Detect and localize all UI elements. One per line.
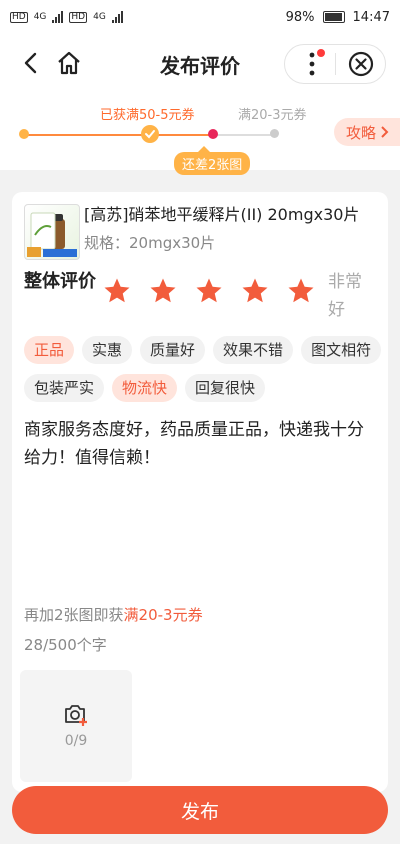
nav-header: 发布评价 (0, 34, 400, 92)
progress-check-icon (141, 125, 159, 143)
star-icon[interactable] (286, 276, 316, 306)
tag-chip[interactable]: 物流快 (112, 374, 178, 402)
photo-upload-button[interactable]: 0/9 (20, 670, 132, 782)
strategy-label: 攻略 (345, 123, 376, 142)
battery-icon (322, 11, 345, 23)
close-circle-icon (348, 51, 373, 77)
achieved-coupon-label: 已获满50-5元券 (100, 108, 195, 123)
next-coupon-label: 满20-3元券 (238, 108, 307, 123)
signal-group: HD 4G HD 4G (10, 11, 123, 23)
camera-add-icon (65, 705, 87, 726)
photo-reward-hint: 再加2张图即获满20-3元券 (24, 604, 203, 625)
review-text-input[interactable]: 商家服务态度好，药品质量正品，快递我十分给力！值得信赖！ (24, 416, 380, 472)
tag-chip[interactable]: 包装严实 (24, 374, 105, 402)
signal-bars-icon (111, 11, 123, 23)
tag-chip[interactable]: 效果不错 (213, 336, 294, 364)
star-icon[interactable] (240, 276, 270, 306)
star-rating (102, 276, 316, 306)
hd-badge-1: HD (10, 11, 28, 23)
tag-chip[interactable]: 图文相符 (301, 336, 382, 364)
publish-button[interactable]: 发布 (12, 786, 388, 834)
more-button[interactable] (285, 45, 335, 83)
clock: 14:47 (352, 9, 390, 25)
photo-count: 0/9 (64, 733, 88, 749)
close-button[interactable] (336, 45, 385, 83)
coupon-progress: 已获满50-5元券 满20-3元券 还差2张图 攻略 (0, 92, 400, 175)
hd-badge-2: HD (69, 11, 88, 23)
net-type-2: 4G (93, 12, 106, 22)
quick-tags: 正品 实惠 质量好 效果不错 图文相符包装严实 物流快 回复很快 (24, 336, 384, 402)
progress-dot-next (270, 129, 279, 138)
chevron-right-icon (381, 126, 389, 138)
progress-dot-current (208, 129, 218, 139)
strategy-button[interactable]: 攻略 (333, 118, 400, 146)
rating-description: 非常好 (328, 272, 362, 320)
char-count: 28/500个字 (24, 636, 107, 654)
battery-percent: 98% (285, 9, 315, 25)
progress-dot-start (19, 129, 29, 139)
mini-program-capsule (284, 44, 386, 84)
star-icon[interactable] (148, 276, 178, 306)
hint-reward: 满20-3元券 (123, 606, 203, 624)
tag-chip[interactable]: 正品 (24, 336, 75, 364)
overall-rating-label: 整体评价 (24, 271, 96, 292)
star-icon[interactable] (194, 276, 224, 306)
product-spec: 规格：20mgx30片 (84, 234, 216, 252)
product-name: [高苏]硝苯地平缓释片(II) 20mgx30片 (84, 205, 360, 224)
more-dots-icon (309, 49, 325, 76)
progress-line-pending (214, 134, 274, 136)
tag-chip[interactable]: 实惠 (82, 336, 133, 364)
tag-chip[interactable]: 质量好 (140, 336, 206, 364)
product-image (24, 204, 80, 260)
progress-line-done (24, 134, 214, 136)
star-icon[interactable] (102, 276, 132, 306)
remaining-photos-tip: 还差2张图 (174, 146, 251, 175)
hint-prefix: 再加2张图即获 (24, 606, 124, 624)
tag-chip[interactable]: 回复很快 (185, 374, 266, 402)
review-card: [高苏]硝苯地平缓释片(II) 20mgx30片 规格：20mgx30片 整体评… (12, 192, 388, 792)
status-bar: HD 4G HD 4G 98% 14:47 (0, 0, 400, 34)
signal-bars-icon (52, 11, 64, 23)
net-type-1: 4G (33, 12, 47, 22)
